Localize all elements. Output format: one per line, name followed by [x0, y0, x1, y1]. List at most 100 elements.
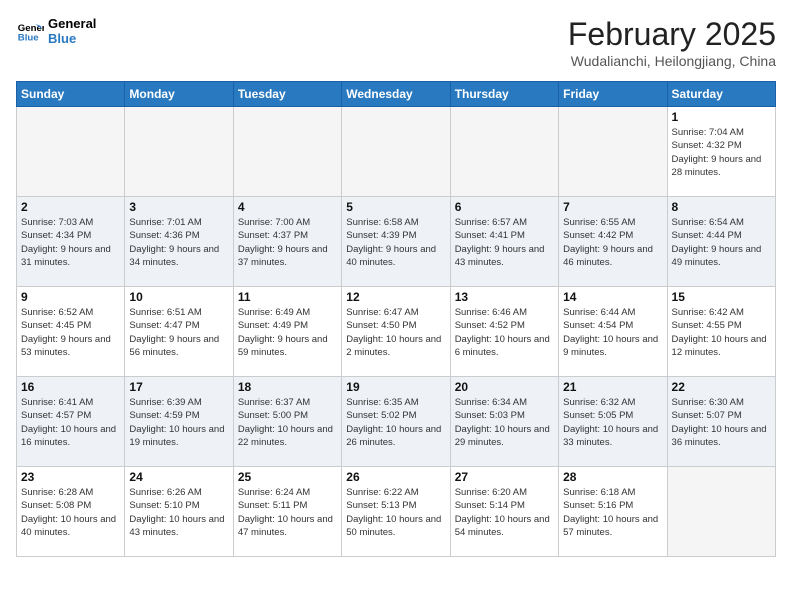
day-info: Sunrise: 6:49 AM Sunset: 4:49 PM Dayligh… [238, 306, 337, 359]
day-info: Sunrise: 6:18 AM Sunset: 5:16 PM Dayligh… [563, 486, 662, 539]
month-title: February 2025 [568, 16, 776, 53]
day-number: 6 [455, 200, 554, 214]
day-info: Sunrise: 6:42 AM Sunset: 4:55 PM Dayligh… [672, 306, 771, 359]
day-info: Sunrise: 6:41 AM Sunset: 4:57 PM Dayligh… [21, 396, 120, 449]
day-header-monday: Monday [125, 82, 233, 107]
calendar-cell: 4 Sunrise: 7:00 AM Sunset: 4:37 PM Daylig… [233, 197, 341, 287]
calendar-cell: 13 Sunrise: 6:46 AM Sunset: 4:52 PM Dayli… [450, 287, 558, 377]
day-number: 15 [672, 290, 771, 304]
calendar-cell: 8 Sunrise: 6:54 AM Sunset: 4:44 PM Daylig… [667, 197, 775, 287]
day-info: Sunrise: 6:54 AM Sunset: 4:44 PM Dayligh… [672, 216, 771, 269]
calendar-cell: 20 Sunrise: 6:34 AM Sunset: 5:03 PM Dayli… [450, 377, 558, 467]
day-info: Sunrise: 6:46 AM Sunset: 4:52 PM Dayligh… [455, 306, 554, 359]
calendar-cell: 28 Sunrise: 6:18 AM Sunset: 5:16 PM Dayli… [559, 467, 667, 557]
calendar-cell: 10Sunrise: 6:51 AM Sunset: 4:47 PM Dayli… [125, 287, 233, 377]
day-info: Sunrise: 6:52 AM Sunset: 4:45 PM Dayligh… [21, 306, 120, 359]
day-info: Sunrise: 6:35 AM Sunset: 5:02 PM Dayligh… [346, 396, 445, 449]
day-info: Sunrise: 6:26 AM Sunset: 5:10 PM Dayligh… [129, 486, 228, 539]
logo: General Blue General Blue [16, 16, 96, 46]
calendar-cell: 24 Sunrise: 6:26 AM Sunset: 5:10 PM Dayli… [125, 467, 233, 557]
day-number: 8 [672, 200, 771, 214]
calendar-cell [17, 107, 125, 197]
day-number: 24 [129, 470, 228, 484]
location: Wudalianchi, Heilongjiang, China [568, 53, 776, 69]
day-info: Sunrise: 6:22 AM Sunset: 5:13 PM Dayligh… [346, 486, 445, 539]
calendar-cell: 2 Sunrise: 7:03 AM Sunset: 4:34 PM Daylig… [17, 197, 125, 287]
day-number: 4 [238, 200, 337, 214]
day-info: Sunrise: 7:04 AM Sunset: 4:32 PM Dayligh… [672, 126, 771, 179]
day-number: 18 [238, 380, 337, 394]
calendar-week-row: 1 Sunrise: 7:04 AM Sunset: 4:32 PM Daylig… [17, 107, 776, 197]
day-number: 17 [129, 380, 228, 394]
calendar-cell [125, 107, 233, 197]
day-number: 2 [21, 200, 120, 214]
calendar-cell [667, 467, 775, 557]
title-block: February 2025 Wudalianchi, Heilongjiang,… [568, 16, 776, 69]
day-number: 19 [346, 380, 445, 394]
calendar-header-row: SundayMondayTuesdayWednesdayThursdayFrid… [17, 82, 776, 107]
day-info: Sunrise: 7:03 AM Sunset: 4:34 PM Dayligh… [21, 216, 120, 269]
day-number: 21 [563, 380, 662, 394]
page-header: General Blue General Blue February 2025 … [16, 16, 776, 69]
day-number: 23 [21, 470, 120, 484]
day-number: 16 [21, 380, 120, 394]
day-number: 14 [563, 290, 662, 304]
day-info: Sunrise: 6:39 AM Sunset: 4:59 PM Dayligh… [129, 396, 228, 449]
calendar-cell: 9 Sunrise: 6:52 AM Sunset: 4:45 PM Daylig… [17, 287, 125, 377]
calendar-cell: 6 Sunrise: 6:57 AM Sunset: 4:41 PM Daylig… [450, 197, 558, 287]
calendar-cell: 5 Sunrise: 6:58 AM Sunset: 4:39 PM Daylig… [342, 197, 450, 287]
day-info: Sunrise: 6:32 AM Sunset: 5:05 PM Dayligh… [563, 396, 662, 449]
calendar-cell: 11Sunrise: 6:49 AM Sunset: 4:49 PM Dayli… [233, 287, 341, 377]
day-info: Sunrise: 6:47 AM Sunset: 4:50 PM Dayligh… [346, 306, 445, 359]
calendar-cell: 26 Sunrise: 6:22 AM Sunset: 5:13 PM Dayli… [342, 467, 450, 557]
svg-text:Blue: Blue [18, 33, 39, 44]
logo-icon: General Blue [16, 17, 44, 45]
calendar-cell: 18 Sunrise: 6:37 AM Sunset: 5:00 PM Dayli… [233, 377, 341, 467]
calendar-table: SundayMondayTuesdayWednesdayThursdayFrid… [16, 81, 776, 557]
calendar-cell: 16 Sunrise: 6:41 AM Sunset: 4:57 PM Dayli… [17, 377, 125, 467]
day-header-sunday: Sunday [17, 82, 125, 107]
calendar-cell [342, 107, 450, 197]
calendar-cell [233, 107, 341, 197]
day-info: Sunrise: 6:28 AM Sunset: 5:08 PM Dayligh… [21, 486, 120, 539]
calendar-cell: 21 Sunrise: 6:32 AM Sunset: 5:05 PM Dayli… [559, 377, 667, 467]
day-number: 27 [455, 470, 554, 484]
calendar-week-row: 9 Sunrise: 6:52 AM Sunset: 4:45 PM Daylig… [17, 287, 776, 377]
calendar-cell: 23 Sunrise: 6:28 AM Sunset: 5:08 PM Dayli… [17, 467, 125, 557]
day-number: 13 [455, 290, 554, 304]
day-info: Sunrise: 6:37 AM Sunset: 5:00 PM Dayligh… [238, 396, 337, 449]
calendar-cell: 19 Sunrise: 6:35 AM Sunset: 5:02 PM Dayli… [342, 377, 450, 467]
day-number: 22 [672, 380, 771, 394]
logo-line2: Blue [48, 31, 96, 46]
day-number: 5 [346, 200, 445, 214]
calendar-cell: 22 Sunrise: 6:30 AM Sunset: 5:07 PM Dayli… [667, 377, 775, 467]
calendar-cell [450, 107, 558, 197]
day-info: Sunrise: 6:57 AM Sunset: 4:41 PM Dayligh… [455, 216, 554, 269]
day-number: 9 [21, 290, 120, 304]
day-header-friday: Friday [559, 82, 667, 107]
calendar-week-row: 16 Sunrise: 6:41 AM Sunset: 4:57 PM Dayli… [17, 377, 776, 467]
calendar-cell: 3Sunrise: 7:01 AM Sunset: 4:36 PM Daylig… [125, 197, 233, 287]
calendar-cell: 15 Sunrise: 6:42 AM Sunset: 4:55 PM Dayli… [667, 287, 775, 377]
day-header-wednesday: Wednesday [342, 82, 450, 107]
day-info: Sunrise: 7:00 AM Sunset: 4:37 PM Dayligh… [238, 216, 337, 269]
day-number: 1 [672, 110, 771, 124]
day-header-tuesday: Tuesday [233, 82, 341, 107]
day-number: 7 [563, 200, 662, 214]
day-number: 26 [346, 470, 445, 484]
day-info: Sunrise: 6:55 AM Sunset: 4:42 PM Dayligh… [563, 216, 662, 269]
day-info: Sunrise: 6:58 AM Sunset: 4:39 PM Dayligh… [346, 216, 445, 269]
calendar-cell: 12Sunrise: 6:47 AM Sunset: 4:50 PM Dayli… [342, 287, 450, 377]
day-info: Sunrise: 6:24 AM Sunset: 5:11 PM Dayligh… [238, 486, 337, 539]
day-number: 3 [129, 200, 228, 214]
day-info: Sunrise: 6:51 AM Sunset: 4:47 PM Dayligh… [129, 306, 228, 359]
calendar-cell: 1 Sunrise: 7:04 AM Sunset: 4:32 PM Daylig… [667, 107, 775, 197]
day-info: Sunrise: 6:30 AM Sunset: 5:07 PM Dayligh… [672, 396, 771, 449]
calendar-cell: 27Sunrise: 6:20 AM Sunset: 5:14 PM Dayli… [450, 467, 558, 557]
calendar-cell: 7 Sunrise: 6:55 AM Sunset: 4:42 PM Daylig… [559, 197, 667, 287]
day-info: Sunrise: 6:34 AM Sunset: 5:03 PM Dayligh… [455, 396, 554, 449]
day-number: 20 [455, 380, 554, 394]
day-number: 28 [563, 470, 662, 484]
day-header-thursday: Thursday [450, 82, 558, 107]
day-info: Sunrise: 6:44 AM Sunset: 4:54 PM Dayligh… [563, 306, 662, 359]
